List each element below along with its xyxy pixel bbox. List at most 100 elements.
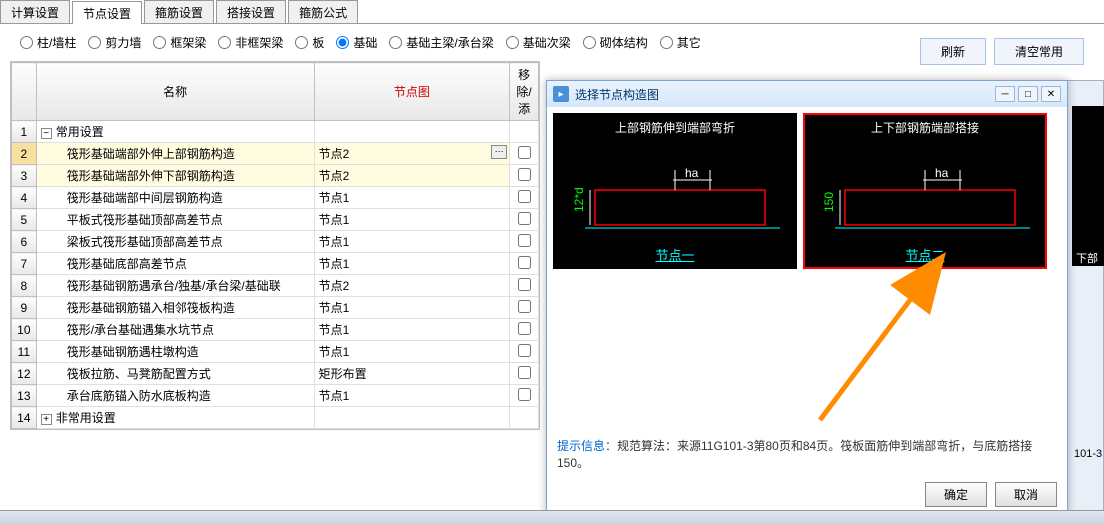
name-cell[interactable]: 承台底筋锚入防水底板构造 bbox=[36, 385, 314, 407]
radio-8[interactable]: 砌体结构 bbox=[583, 34, 648, 51]
tab-4[interactable]: 箍筋公式 bbox=[288, 0, 358, 23]
diagram-cell[interactable]: 节点1 bbox=[314, 297, 510, 319]
thumb-caption[interactable]: 节点二 bbox=[805, 243, 1045, 266]
remove-checkbox-cell bbox=[510, 143, 539, 165]
node-thumb-1[interactable]: 上部钢筋伸到端部弯折 ha 12*d 节点一 bbox=[553, 113, 797, 269]
radio-7[interactable]: 基础次梁 bbox=[506, 34, 571, 51]
col-diagram[interactable]: 节点图 bbox=[314, 63, 510, 121]
remove-checkbox-cell bbox=[510, 275, 539, 297]
maximize-button[interactable]: □ bbox=[1018, 86, 1038, 102]
remove-checkbox[interactable] bbox=[518, 300, 531, 313]
name-cell[interactable]: 筏形基础端部外伸上部钢筋构造 bbox=[36, 143, 314, 165]
col-remove[interactable]: 移除/添 bbox=[510, 63, 539, 121]
remove-checkbox[interactable] bbox=[518, 234, 531, 247]
diagram-cell[interactable]: 节点2 bbox=[314, 275, 510, 297]
radio-6[interactable]: 基础主梁/承台梁 bbox=[389, 34, 493, 51]
diagram-cell[interactable]: 节点1 bbox=[314, 187, 510, 209]
row-num[interactable]: 2 bbox=[12, 143, 37, 165]
node-thumb-2[interactable]: 上下部钢筋端部搭接 ha 150 节点二 bbox=[803, 113, 1047, 269]
name-cell[interactable]: 筏形基础钢筋遇承台/独基/承台梁/基础联 bbox=[36, 275, 314, 297]
diagram-cell[interactable]: 节点1 bbox=[314, 341, 510, 363]
hint-text: 规范算法：来源11G101-3第80页和84页。筏板面筋伸到端部弯折，与底筋搭接… bbox=[557, 439, 1032, 470]
cancel-button[interactable]: 取消 bbox=[995, 482, 1057, 507]
ok-button[interactable]: 确定 bbox=[925, 482, 987, 507]
minimize-button[interactable]: ─ bbox=[995, 86, 1015, 102]
rebar-diagram: ha 150 bbox=[805, 140, 1045, 240]
name-cell[interactable]: 筏形/承台基础遇集水坑节点 bbox=[36, 319, 314, 341]
remove-checkbox-cell bbox=[510, 121, 539, 143]
diagram-cell[interactable] bbox=[314, 407, 510, 429]
background-strip bbox=[1072, 106, 1104, 266]
diagram-cell[interactable] bbox=[314, 121, 510, 143]
ellipsis-button[interactable]: ⋯ bbox=[491, 145, 507, 159]
remove-checkbox-cell bbox=[510, 209, 539, 231]
row-num[interactable]: 14 bbox=[12, 407, 37, 429]
row-num[interactable]: 10 bbox=[12, 319, 37, 341]
remove-checkbox[interactable] bbox=[518, 388, 531, 401]
name-cell[interactable]: 筏形基础钢筋锚入相邻筏板构造 bbox=[36, 297, 314, 319]
remove-checkbox[interactable] bbox=[518, 146, 531, 159]
diagram-cell[interactable]: 矩形布置 bbox=[314, 363, 510, 385]
diagram-cell[interactable]: 节点1 bbox=[314, 231, 510, 253]
diagram-cell[interactable]: 节点2⋯ bbox=[314, 143, 510, 165]
remove-checkbox[interactable] bbox=[518, 366, 531, 379]
remove-checkbox[interactable] bbox=[518, 168, 531, 181]
radio-2[interactable]: 框架梁 bbox=[153, 34, 206, 51]
remove-checkbox[interactable] bbox=[518, 190, 531, 203]
svg-text:12*d: 12*d bbox=[572, 187, 586, 212]
tab-2[interactable]: 箍筋设置 bbox=[144, 0, 214, 23]
name-cell[interactable]: 筏板拉筋、马凳筋配置方式 bbox=[36, 363, 314, 385]
remove-checkbox[interactable] bbox=[518, 278, 531, 291]
name-cell[interactable]: −常用设置 bbox=[36, 121, 314, 143]
name-cell[interactable]: 筏形基础钢筋遇柱墩构造 bbox=[36, 341, 314, 363]
row-num[interactable]: 1 bbox=[12, 121, 37, 143]
expand-icon[interactable]: + bbox=[41, 414, 52, 425]
diagram-cell[interactable]: 节点1 bbox=[314, 253, 510, 275]
thumb-caption[interactable]: 节点一 bbox=[555, 243, 795, 266]
remove-checkbox[interactable] bbox=[518, 212, 531, 225]
name-cell[interactable]: 筏形基础端部中间层钢筋构造 bbox=[36, 187, 314, 209]
name-cell[interactable]: 筏形基础端部外伸下部钢筋构造 bbox=[36, 165, 314, 187]
close-button[interactable]: ✕ bbox=[1041, 86, 1061, 102]
remove-checkbox[interactable] bbox=[518, 256, 531, 269]
row-num[interactable]: 11 bbox=[12, 341, 37, 363]
radio-5[interactable]: 基础 bbox=[336, 34, 377, 51]
col-name[interactable]: 名称 bbox=[36, 63, 314, 121]
radio-0[interactable]: 柱/墙柱 bbox=[20, 34, 76, 51]
dialog-icon: ▸ bbox=[553, 86, 569, 102]
row-num[interactable]: 9 bbox=[12, 297, 37, 319]
main-tabs: 计算设置节点设置箍筋设置搭接设置箍筋公式 bbox=[0, 0, 1104, 24]
tab-3[interactable]: 搭接设置 bbox=[216, 0, 286, 23]
row-num[interactable]: 3 bbox=[12, 165, 37, 187]
name-cell[interactable]: +非常用设置 bbox=[36, 407, 314, 429]
tab-1[interactable]: 节点设置 bbox=[72, 1, 142, 24]
name-cell[interactable]: 筏形基础底部高差节点 bbox=[36, 253, 314, 275]
row-num[interactable]: 4 bbox=[12, 187, 37, 209]
row-num[interactable]: 13 bbox=[12, 385, 37, 407]
thumb-title: 上下部钢筋端部搭接 bbox=[805, 115, 1045, 140]
diagram-cell[interactable]: 节点2 bbox=[314, 165, 510, 187]
diagram-cell[interactable]: 节点1 bbox=[314, 319, 510, 341]
diagram-cell[interactable]: 节点1 bbox=[314, 385, 510, 407]
name-cell[interactable]: 平板式筏形基础顶部高差节点 bbox=[36, 209, 314, 231]
name-cell[interactable]: 梁板式筏形基础顶部高差节点 bbox=[36, 231, 314, 253]
diagram-cell[interactable]: 节点1 bbox=[314, 209, 510, 231]
remove-checkbox[interactable] bbox=[518, 344, 531, 357]
radio-1[interactable]: 剪力墙 bbox=[88, 34, 141, 51]
remove-checkbox-cell bbox=[510, 297, 539, 319]
remove-checkbox[interactable] bbox=[518, 322, 531, 335]
row-num[interactable]: 5 bbox=[12, 209, 37, 231]
clear-button[interactable]: 清空常用 bbox=[994, 38, 1084, 65]
row-num[interactable]: 6 bbox=[12, 231, 37, 253]
radio-9[interactable]: 其它 bbox=[660, 34, 701, 51]
row-num[interactable]: 12 bbox=[12, 363, 37, 385]
row-num[interactable]: 7 bbox=[12, 253, 37, 275]
radio-3[interactable]: 非框架梁 bbox=[218, 34, 283, 51]
row-num[interactable]: 8 bbox=[12, 275, 37, 297]
radio-4[interactable]: 板 bbox=[295, 34, 324, 51]
svg-text:ha: ha bbox=[935, 166, 949, 180]
refresh-button[interactable]: 刷新 bbox=[920, 38, 986, 65]
select-node-dialog: ▸ 选择节点构造图 ─ □ ✕ 上部钢筋伸到端部弯折 ha 12*d 节点一上下… bbox=[546, 80, 1068, 516]
collapse-icon[interactable]: − bbox=[41, 128, 52, 139]
tab-0[interactable]: 计算设置 bbox=[0, 0, 70, 23]
